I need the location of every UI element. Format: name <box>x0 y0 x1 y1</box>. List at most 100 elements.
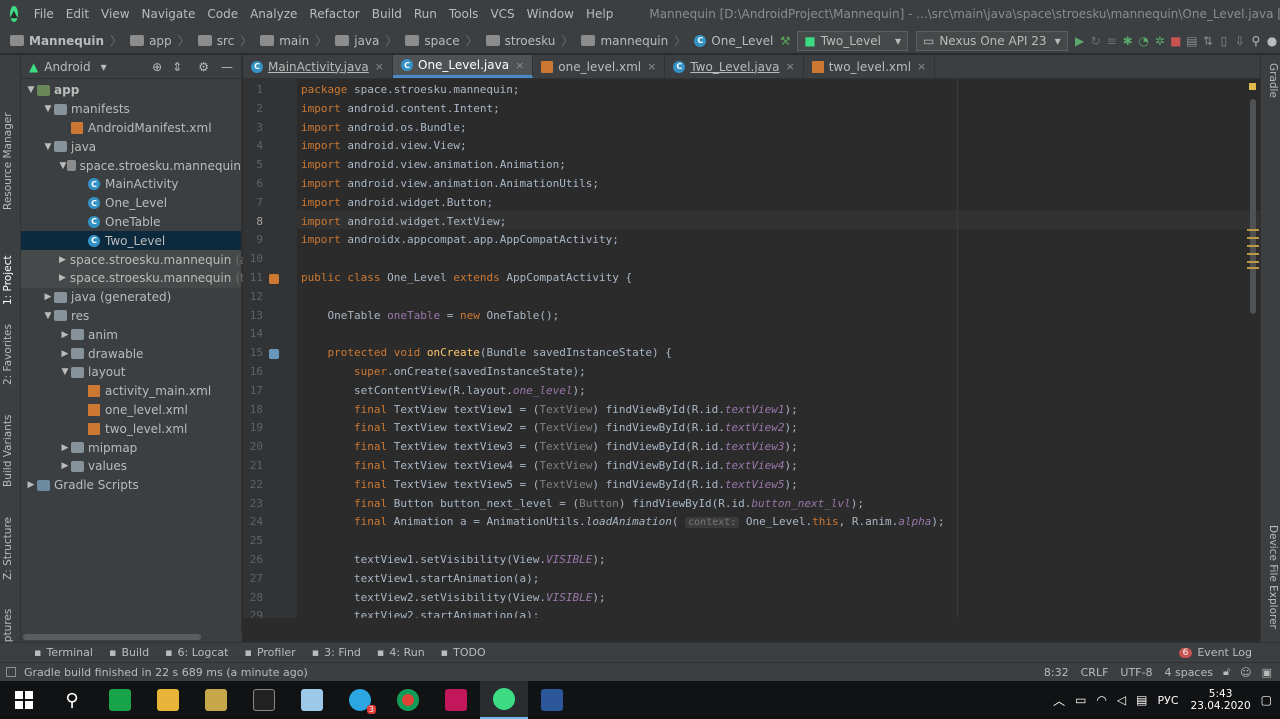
file-explorer-icon[interactable] <box>144 681 192 719</box>
warning-marker[interactable] <box>1247 237 1259 239</box>
caret-position[interactable]: 8:32 <box>1044 666 1069 679</box>
scrollbar-thumb[interactable] <box>23 634 201 640</box>
expand-arrow-icon[interactable]: ▶ <box>59 349 71 359</box>
tab-project[interactable]: 1: Project <box>2 256 14 305</box>
tree-item[interactable]: C MainActivity <box>21 175 241 194</box>
menu-file[interactable]: File <box>28 7 60 21</box>
menu-refactor[interactable]: Refactor <box>303 7 365 21</box>
tree-item[interactable]: ▶space.stroesku.mannequin(tes <box>21 268 258 288</box>
warning-marker[interactable] <box>1247 267 1259 269</box>
notes-icon[interactable] <box>288 681 336 719</box>
warning-marker[interactable] <box>1247 245 1259 247</box>
expand-arrow-icon[interactable]: ▶ <box>59 461 71 471</box>
breadcrumb-item[interactable]: java 〉 <box>331 32 401 49</box>
expand-arrow-icon[interactable]: ▼ <box>42 104 54 114</box>
terminal-icon[interactable] <box>240 681 288 719</box>
chrome-icon[interactable] <box>384 681 432 719</box>
tree-item[interactable]: C One_Level <box>21 194 241 213</box>
clock[interactable]: 5:43 23.04.2020 <box>1191 688 1251 712</box>
tool-terminal[interactable]: ▪ Terminal <box>26 646 101 659</box>
event-log-button[interactable]: 6 Event Log <box>1171 646 1260 659</box>
code-editor[interactable]: package space.stroesku.mannequin; import … <box>297 79 1260 618</box>
breadcrumb-item[interactable]: C One_Level <box>690 34 777 48</box>
intellij-icon[interactable] <box>432 681 480 719</box>
tools-icon[interactable] <box>192 681 240 719</box>
tool-run[interactable]: ▪ 4: Run <box>369 646 433 659</box>
menu-window[interactable]: Window <box>521 7 580 21</box>
project-scrollbar[interactable] <box>21 632 242 642</box>
expand-arrow-icon[interactable]: ▶ <box>42 292 54 302</box>
close-tab-icon[interactable]: × <box>515 59 524 72</box>
editor-scrollbar[interactable] <box>1250 99 1256 314</box>
sync-gradle-icon[interactable]: ⇅ <box>1200 30 1216 52</box>
apply-changes-icon[interactable]: ≡ <box>1104 30 1120 52</box>
windows-start-icon[interactable] <box>0 681 48 719</box>
tree-item[interactable]: ▼ app <box>21 81 241 100</box>
tree-item[interactable]: ▼ res <box>21 307 241 326</box>
breadcrumb-item[interactable]: space 〉 <box>401 32 481 49</box>
expand-arrow-icon[interactable]: ▼ <box>42 311 54 321</box>
tree-item[interactable]: C OneTable <box>21 213 241 232</box>
tree-item[interactable]: activity_main.xml <box>21 382 241 401</box>
debug-icon[interactable]: ✱ <box>1120 30 1136 52</box>
expand-arrow-icon[interactable]: ▶ <box>59 273 66 283</box>
breadcrumb-item[interactable]: stroesku 〉 <box>482 32 578 49</box>
menu-vcs[interactable]: VCS <box>484 7 520 21</box>
device-select[interactable]: ▭ Nexus One API 23 ▾ <box>915 30 1068 51</box>
tab-device-file-explorer[interactable]: Device File Explorer <box>1267 525 1279 629</box>
expand-arrow-icon[interactable]: ▶ <box>59 330 71 340</box>
menu-navigate[interactable]: Navigate <box>136 7 202 21</box>
store-icon[interactable] <box>96 681 144 719</box>
inspector-icon[interactable]: ☺ <box>1240 666 1251 679</box>
tree-item[interactable]: ▶ drawable <box>21 344 241 363</box>
collapse-icon[interactable]: ⇕ <box>172 60 182 74</box>
warning-indicator-icon[interactable] <box>1249 83 1256 90</box>
tree-item[interactable]: ▶ mipmap <box>21 438 241 457</box>
profile-icon[interactable]: ◔ <box>1136 30 1152 52</box>
breadcrumb-item[interactable]: main 〉 <box>256 32 331 49</box>
target-icon[interactable]: ⊕ <box>152 60 162 74</box>
close-tab-icon[interactable]: × <box>647 60 656 73</box>
editor-tab[interactable]: C Two_Level.java × <box>665 55 804 78</box>
expand-arrow-icon[interactable]: ▼ <box>42 142 54 152</box>
override-marker-icon[interactable] <box>269 349 279 360</box>
tab-gradle[interactable]: Gradle <box>1267 63 1279 98</box>
sdk-manager-icon[interactable]: ⇩ <box>1232 30 1248 52</box>
battery-icon[interactable]: ▭ <box>1075 693 1086 707</box>
search-everywhere-icon[interactable]: ⚲ <box>1248 30 1264 52</box>
file-encoding[interactable]: UTF-8 <box>1120 666 1152 679</box>
menu-run[interactable]: Run <box>408 7 443 21</box>
avd-manager-icon[interactable]: ▯ <box>1216 30 1232 52</box>
tree-item[interactable]: ▼ space.stroesku.mannequin <box>21 156 241 175</box>
menu-tools[interactable]: Tools <box>443 7 485 21</box>
breadcrumb-item[interactable]: Mannequin 〉 <box>6 32 126 49</box>
indent-setting[interactable]: 4 spaces <box>1164 666 1213 679</box>
tree-item[interactable]: ▶ Gradle Scripts <box>21 476 241 495</box>
tree-item[interactable]: ▶ java (generated) <box>21 288 241 307</box>
menu-view[interactable]: View <box>95 7 135 21</box>
tool-profiler[interactable]: ▪ Profiler <box>236 646 303 659</box>
close-tab-icon[interactable]: × <box>785 60 794 73</box>
menu-analyze[interactable]: Analyze <box>244 7 303 21</box>
tab-build-variants[interactable]: Build Variants <box>2 415 14 487</box>
toggle-tool-windows-icon[interactable] <box>6 667 16 677</box>
tree-item[interactable]: ▼ layout <box>21 363 241 382</box>
tool-find[interactable]: ▪ 3: Find <box>304 646 369 659</box>
breadcrumb-item[interactable]: src 〉 <box>194 32 257 49</box>
tool-logcat[interactable]: ▪ 6: Logcat <box>157 646 236 659</box>
tree-item[interactable]: ▼ java <box>21 137 241 156</box>
breadcrumb-item[interactable]: mannequin 〉 <box>577 32 690 49</box>
chevron-down-icon[interactable]: ▾ <box>101 60 107 74</box>
language-indicator[interactable]: РУС <box>1158 694 1179 707</box>
project-structure-icon[interactable]: ▤ <box>1184 30 1200 52</box>
editor-tab[interactable]: two_level.xml × <box>804 55 936 78</box>
chevron-up-icon[interactable]: ︿ <box>1053 692 1065 709</box>
menu-help[interactable]: Help <box>580 7 619 21</box>
expand-arrow-icon[interactable]: ▼ <box>25 85 37 95</box>
breadcrumb-item[interactable]: app 〉 <box>126 32 194 49</box>
expand-arrow-icon[interactable]: ▼ <box>59 367 71 377</box>
tree-item[interactable]: one_level.xml <box>21 401 241 420</box>
line-separator[interactable]: CRLF <box>1081 666 1109 679</box>
gear-icon[interactable]: ⚙ <box>198 60 209 74</box>
tab-structure[interactable]: Z: Structure <box>2 517 14 580</box>
